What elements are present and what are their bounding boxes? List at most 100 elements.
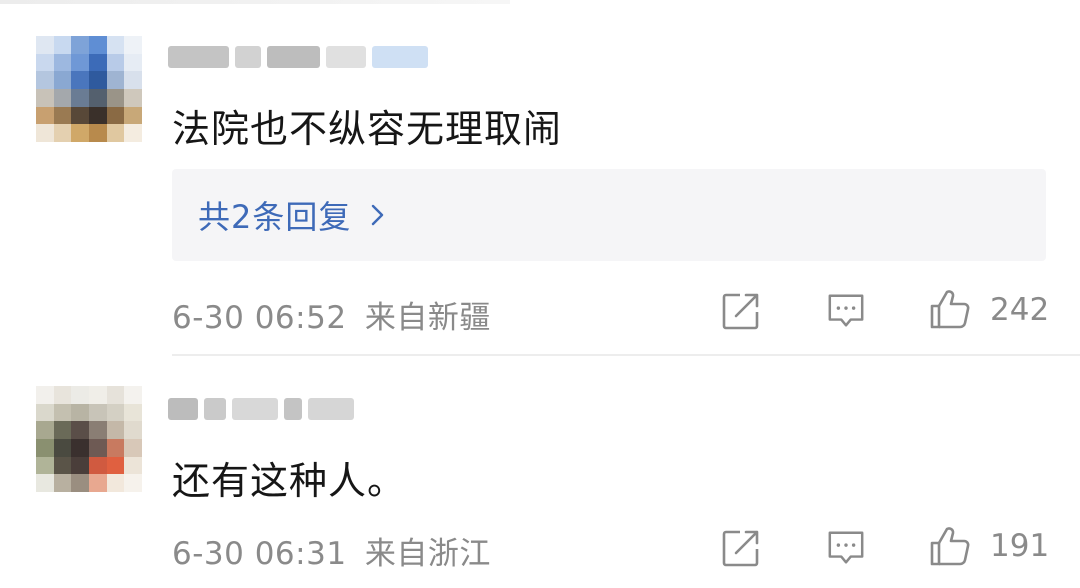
share-icon[interactable] (720, 527, 762, 569)
avatar[interactable] (36, 36, 142, 142)
mosaic-tile (53, 421, 72, 439)
name-blur-block (168, 46, 230, 68)
mosaic-tile (88, 124, 107, 142)
mosaic-tile (71, 36, 89, 54)
mosaic-tile (88, 386, 107, 404)
mosaic-tile (71, 88, 89, 107)
name-blur-block (235, 46, 262, 68)
mosaic-tile (88, 36, 107, 54)
mosaic-tile (53, 456, 72, 475)
location: 来自新疆 (364, 300, 491, 336)
mosaic-tile (88, 474, 107, 492)
name-blur-block (372, 46, 428, 68)
like-icon[interactable] (928, 524, 972, 568)
mosaic-tile (71, 438, 89, 457)
username-redacted[interactable] (168, 392, 428, 426)
avatar-mosaic (36, 386, 142, 492)
mosaic-tile (53, 53, 72, 72)
mosaic-tile (53, 106, 72, 125)
mosaic-tile (36, 421, 54, 439)
name-blur-block (325, 46, 367, 68)
mosaic-tile (36, 474, 54, 492)
mosaic-tile (71, 421, 89, 439)
mosaic-tile (71, 456, 89, 475)
mosaic-tile (106, 403, 125, 422)
view-replies-button[interactable]: 共2条回复 (172, 169, 1046, 261)
name-blur-block (284, 398, 302, 420)
mosaic-tile (53, 88, 72, 107)
mosaic-tile (36, 106, 54, 125)
mosaic-tile (36, 386, 54, 404)
mosaic-tile (36, 456, 54, 475)
top-divider (0, 0, 510, 4)
chevron-right-icon (372, 204, 384, 226)
mosaic-tile (124, 421, 142, 439)
mosaic-tile (124, 124, 142, 142)
mosaic-tile (106, 106, 125, 125)
comment-divider (172, 354, 1080, 356)
mosaic-tile (71, 474, 89, 492)
username-redacted[interactable] (168, 40, 428, 74)
mosaic-tile (124, 438, 142, 457)
share-icon[interactable] (720, 290, 762, 332)
avatar-mosaic (36, 36, 142, 142)
comment-meta: 6-30 06:52 来自新疆 (172, 292, 491, 337)
mosaic-tile (71, 71, 89, 89)
mosaic-tile (88, 71, 107, 89)
mosaic-tile (124, 71, 142, 89)
mosaic-tile (36, 124, 54, 142)
mosaic-tile (53, 71, 72, 89)
mosaic-tile (88, 106, 107, 125)
mosaic-tile (124, 456, 142, 475)
avatar[interactable] (36, 386, 142, 492)
mosaic-tile (106, 474, 125, 492)
mosaic-tile (106, 438, 125, 457)
mosaic-tile (36, 53, 54, 72)
mosaic-tile (36, 438, 54, 457)
mosaic-tile (88, 403, 107, 422)
mosaic-tile (106, 456, 125, 475)
mosaic-tile (124, 386, 142, 404)
mosaic-tile (106, 421, 125, 439)
mosaic-tile (88, 456, 107, 475)
mosaic-tile (124, 53, 142, 72)
mosaic-tile (88, 421, 107, 439)
timestamp: 6-30 06:31 (172, 536, 347, 572)
mosaic-tile (53, 36, 72, 54)
comment-text: 法院也不纵容无理取闹 (172, 107, 563, 151)
like-icon[interactable] (928, 287, 972, 331)
mosaic-tile (88, 53, 107, 72)
replies-label: 共2条回复 (198, 198, 352, 236)
mosaic-tile (124, 106, 142, 125)
mosaic-tile (36, 88, 54, 107)
mosaic-tile (36, 403, 54, 422)
name-blur-block (232, 398, 278, 420)
mosaic-tile (71, 124, 89, 142)
mosaic-tile (36, 71, 54, 89)
comment-icon[interactable] (826, 528, 866, 568)
mosaic-tile (124, 474, 142, 492)
name-blur-block (267, 46, 320, 68)
mosaic-tile (53, 386, 72, 404)
mosaic-tile (106, 71, 125, 89)
mosaic-tile (53, 403, 72, 422)
mosaic-tile (124, 36, 142, 54)
mosaic-tile (36, 36, 54, 54)
name-blur-block (308, 398, 354, 420)
timestamp: 6-30 06:52 (172, 300, 347, 336)
mosaic-tile (124, 88, 142, 107)
mosaic-tile (71, 386, 89, 404)
mosaic-tile (124, 403, 142, 422)
mosaic-tile (106, 36, 125, 54)
location: 来自浙江 (364, 536, 491, 572)
like-count: 191 (990, 528, 1050, 564)
mosaic-tile (106, 88, 125, 107)
mosaic-tile (106, 386, 125, 404)
mosaic-tile (106, 53, 125, 72)
like-count: 242 (990, 292, 1050, 328)
mosaic-tile (71, 106, 89, 125)
comment-text: 还有这种人。 (172, 459, 407, 503)
mosaic-tile (71, 53, 89, 72)
mosaic-tile (53, 474, 72, 492)
comment-icon[interactable] (826, 291, 866, 331)
